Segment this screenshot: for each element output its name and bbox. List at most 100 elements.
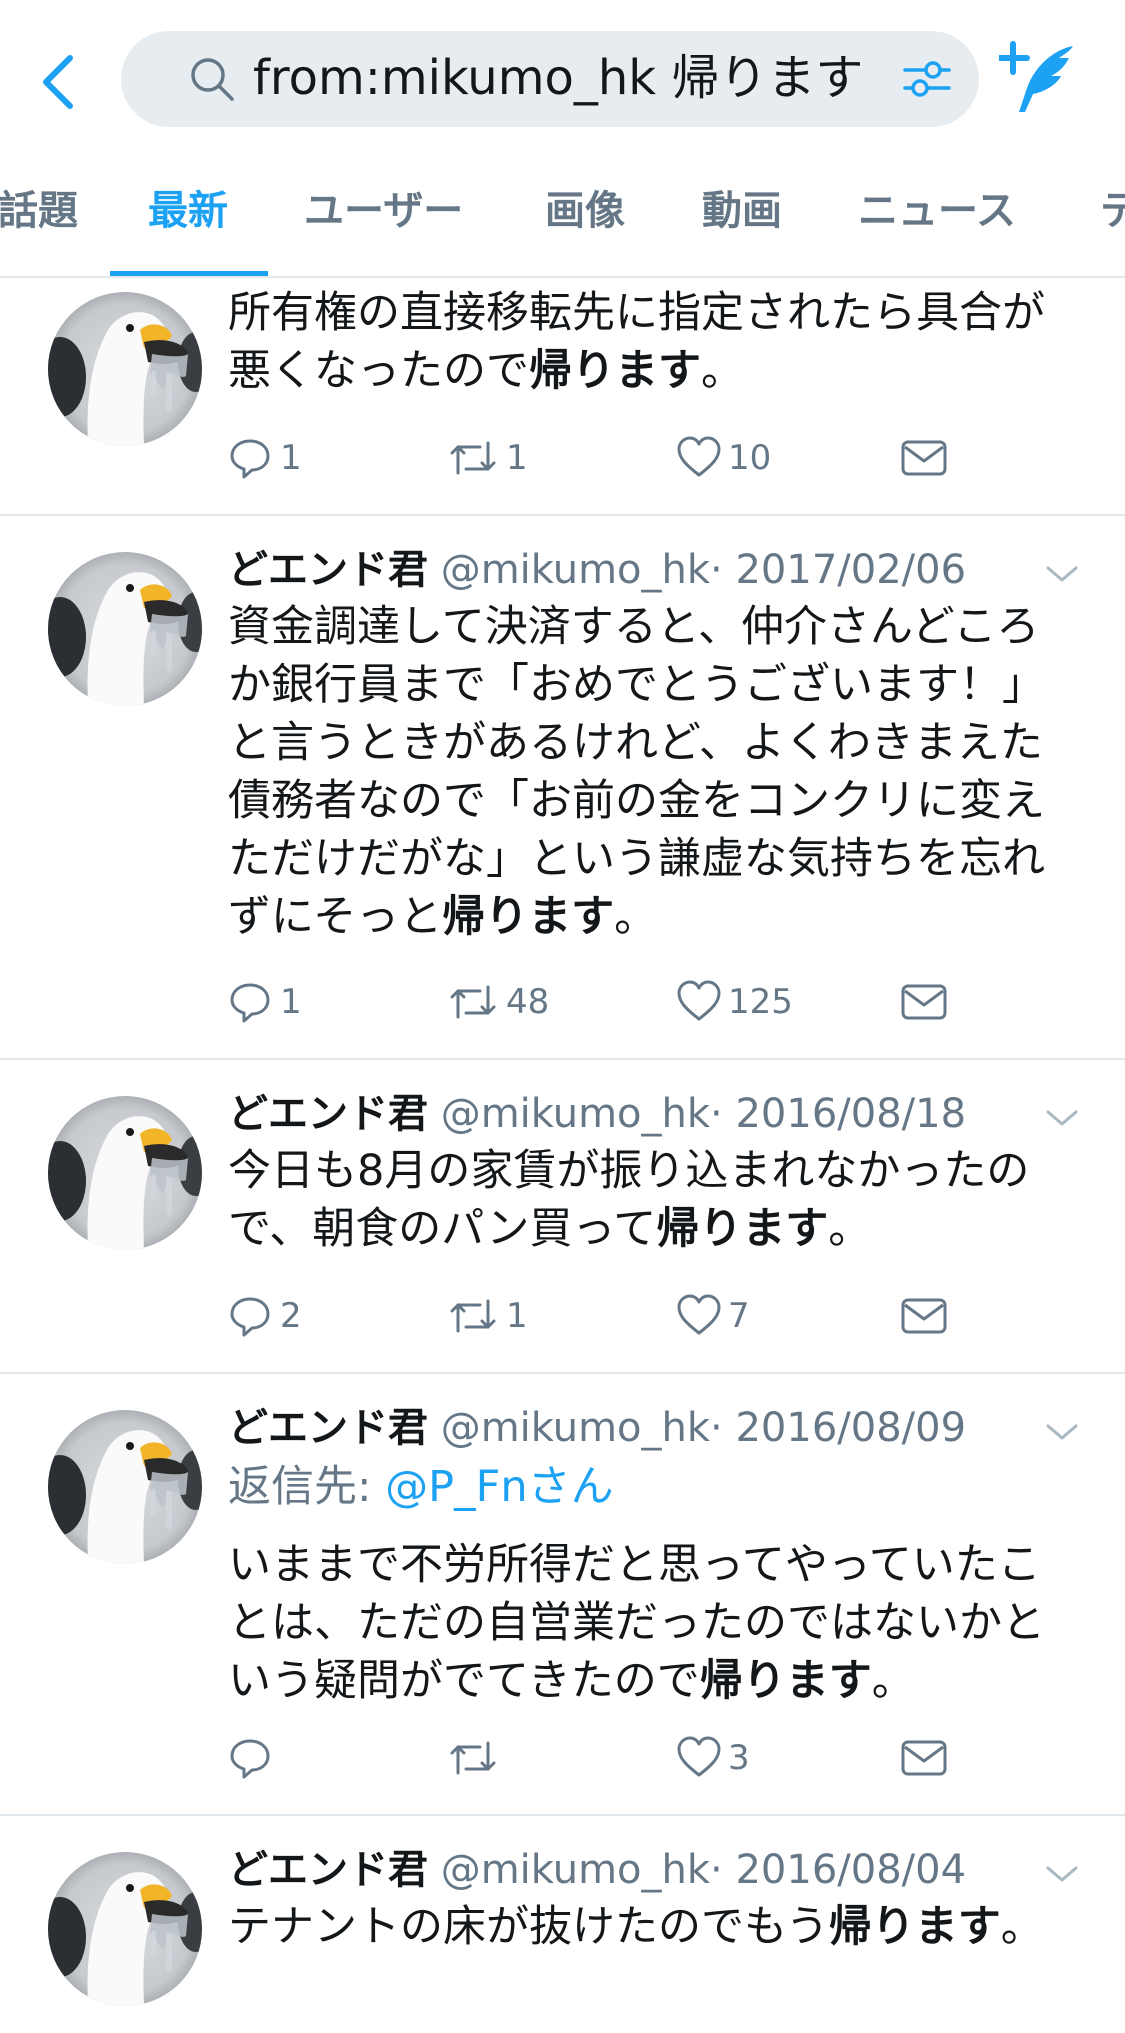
tweet-actions: 3 [228, 1728, 1028, 1788]
tab-news[interactable]: ニュース [858, 150, 1016, 277]
user-handle[interactable]: @mikumo_hk [441, 1847, 710, 1893]
reply-button[interactable]: 1 [228, 428, 302, 488]
tweet-date[interactable]: · 2016/08/04 [710, 1847, 966, 1893]
tab-overflow[interactable]: テ [1100, 150, 1125, 277]
tweet-card[interactable]: どエンド君 @mikumo_hk· 2016/08/04 テナントの床が抜けたの… [0, 1816, 1125, 2033]
envelope-icon [901, 1298, 947, 1334]
display-name[interactable]: どエンド君 [228, 1847, 428, 1893]
direct-message-button[interactable] [900, 428, 948, 488]
heart-icon [677, 1294, 721, 1335]
reply-button[interactable]: 1 [228, 972, 302, 1032]
direct-message-button[interactable] [900, 1286, 948, 1346]
retweet-button[interactable] [448, 1728, 500, 1788]
tweet-header: どエンド君 @mikumo_hk· 2016/08/09 [228, 1398, 966, 1458]
tweet-header: どエンド君 @mikumo_hk· 2016/08/04 [228, 1840, 966, 1900]
swan-avatar-icon [48, 1852, 202, 2006]
chevron-down-icon[interactable] [1046, 1108, 1078, 1128]
tweet-date[interactable]: · 2016/08/09 [710, 1405, 966, 1451]
tweet-actions: 1 48 125 [228, 972, 1028, 1032]
reply-count: 1 [280, 982, 302, 1022]
retweet-button[interactable]: 1 [448, 428, 528, 488]
tweet-date[interactable]: · 2017/02/06 [710, 547, 966, 593]
search-header: from:mikumo_hk 帰ります [0, 0, 1125, 150]
reply-icon [230, 1739, 270, 1779]
retweet-button[interactable]: 1 [448, 1286, 528, 1346]
compose-tweet-button[interactable] [996, 40, 1079, 124]
retweet-icon [450, 1741, 496, 1775]
like-count: 7 [728, 1296, 750, 1336]
chevron-down-icon[interactable] [1046, 1422, 1078, 1442]
search-tabs: 話題 最新 ユーザー 画像 動画 ニュース テ [0, 150, 1125, 277]
like-button[interactable]: 3 [676, 1728, 750, 1788]
tweet-header: どエンド君 @mikumo_hk· 2016/08/18 [228, 1084, 966, 1144]
like-button[interactable]: 10 [676, 428, 771, 488]
swan-avatar-icon [48, 292, 202, 446]
tab-latest[interactable]: 最新 [148, 150, 228, 277]
avatar[interactable] [48, 552, 202, 706]
retweet-button[interactable]: 48 [448, 972, 549, 1032]
reply-count: 2 [280, 1296, 302, 1336]
tweet-date[interactable]: · 2016/08/18 [710, 1091, 966, 1137]
direct-message-button[interactable] [900, 972, 948, 1032]
chevron-down-icon[interactable] [1046, 564, 1078, 584]
like-button[interactable]: 7 [676, 1286, 750, 1346]
swan-avatar-icon [48, 1410, 202, 1564]
tweet-card[interactable]: どエンド君 @mikumo_hk· 2016/08/18 今日も8月の家賃が振り… [0, 1060, 1125, 1374]
display-name[interactable]: どエンド君 [228, 1405, 428, 1451]
tweet-header: どエンド君 @mikumo_hk· 2017/02/06 [228, 540, 966, 600]
avatar[interactable] [48, 1852, 202, 2006]
back-button[interactable] [36, 46, 86, 116]
search-query: from:mikumo_hk 帰ります [253, 50, 864, 106]
envelope-icon [901, 984, 947, 1020]
tweet-text: テナントの床が抜けたのでもう帰ります。 [228, 1902, 1044, 1952]
tab-users[interactable]: ユーザー [304, 150, 463, 277]
heart-icon [677, 980, 721, 1021]
retweet-count: 1 [506, 438, 528, 478]
like-button[interactable]: 125 [676, 972, 793, 1032]
reply-mention-link[interactable]: @P_Fnさん [385, 1462, 613, 1512]
tweet-card[interactable]: どエンド君 @mikumo_hk· 2016/08/09 返信先: @P_Fnさ… [0, 1374, 1125, 1816]
heart-icon [677, 436, 721, 477]
reply-button[interactable]: 2 [228, 1286, 302, 1346]
reply-count: 1 [280, 438, 302, 478]
user-handle[interactable]: @mikumo_hk [441, 1405, 710, 1451]
display-name[interactable]: どエンド君 [228, 547, 428, 593]
tweet-text: 資金調達して決済すると、仲介さんどころか銀行員まで「おめでとうございます！」と言… [228, 602, 1045, 942]
reply-icon [230, 439, 270, 479]
avatar[interactable] [48, 1096, 202, 1250]
avatar[interactable] [48, 1410, 202, 1564]
reply-button[interactable] [228, 1728, 274, 1788]
tab-images[interactable]: 画像 [545, 150, 625, 277]
display-name[interactable]: どエンド君 [228, 1091, 428, 1137]
compose-feather-icon [996, 41, 1073, 112]
avatar[interactable] [48, 292, 202, 446]
tweet-text: 今日も8月の家賃が振り込まれなかったので、朝食のパン買って帰ります。 [228, 1146, 1030, 1254]
tweet-card[interactable]: 所有権の直接移転先に指定されたら具合が悪くなったので帰ります。 1 1 10 [0, 278, 1125, 516]
filter-icon[interactable] [903, 57, 951, 101]
reply-icon [230, 1297, 270, 1337]
search-icon [191, 58, 234, 101]
swan-avatar-icon [48, 552, 202, 706]
tweet-text: 所有権の直接移転先に指定されたら具合が悪くなったので帰ります。 [228, 288, 1045, 396]
envelope-icon [901, 440, 947, 476]
tweet-actions: 2 1 7 [228, 1286, 1028, 1346]
retweet-icon [450, 441, 496, 475]
user-handle[interactable]: @mikumo_hk [441, 1091, 710, 1137]
search-input[interactable]: from:mikumo_hk 帰ります [121, 31, 979, 127]
reply-context: 返信先: @P_Fnさん [228, 1462, 614, 1512]
direct-message-button[interactable] [900, 1728, 948, 1788]
chevron-left-icon [43, 55, 73, 109]
heart-icon [677, 1736, 721, 1777]
tab-top[interactable]: 話題 [0, 150, 78, 277]
swan-avatar-icon [48, 1096, 202, 1250]
tweet-actions: 1 1 10 [228, 428, 1028, 488]
envelope-icon [901, 1740, 947, 1776]
tab-videos[interactable]: 動画 [702, 150, 782, 277]
retweet-icon [450, 1299, 496, 1333]
tweet-text: いままで不労所得だと思ってやっていたことは、ただの自営業だったのではないかという… [228, 1540, 1045, 1706]
tweet-card[interactable]: どエンド君 @mikumo_hk· 2017/02/06 資金調達して決済すると… [0, 516, 1125, 1060]
user-handle[interactable]: @mikumo_hk [441, 547, 710, 593]
chevron-down-icon[interactable] [1046, 1864, 1078, 1884]
retweet-count: 1 [506, 1296, 528, 1336]
like-count: 10 [728, 438, 772, 478]
